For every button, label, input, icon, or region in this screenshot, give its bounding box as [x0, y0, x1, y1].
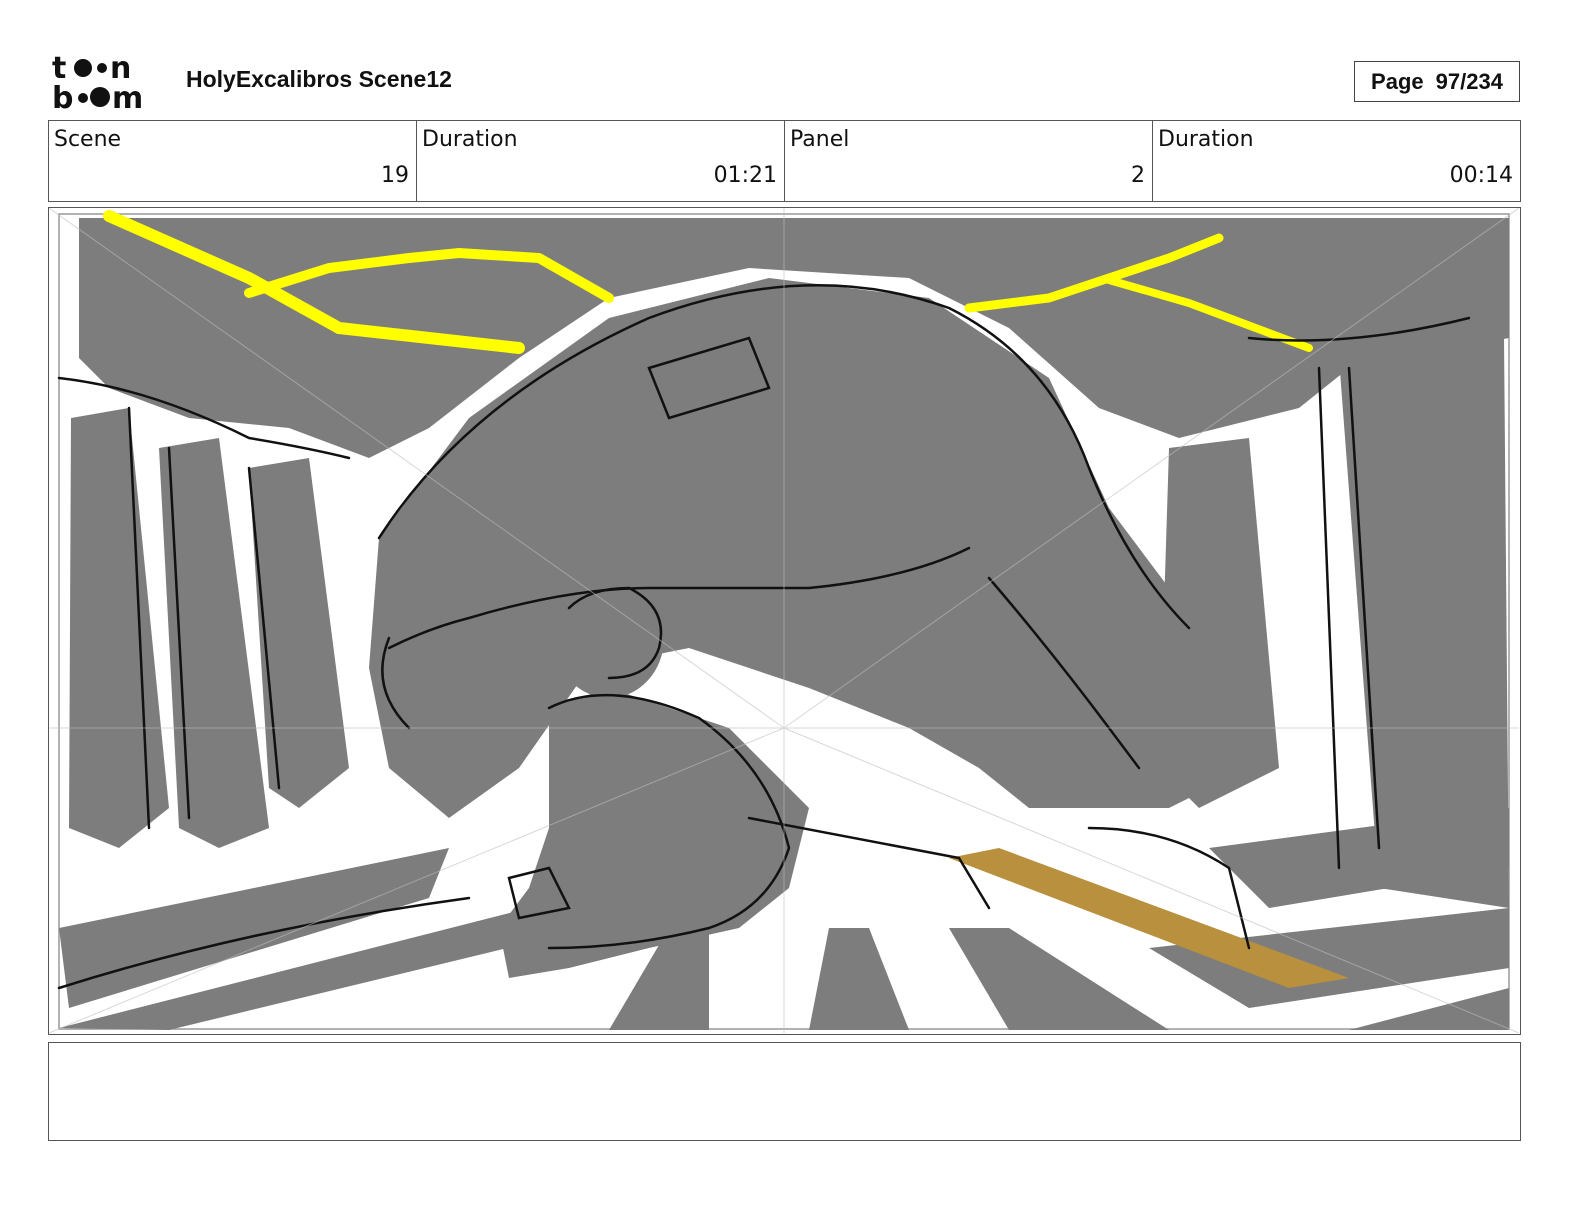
scene-value: 19: [381, 163, 409, 188]
panel-label: Panel: [790, 127, 850, 152]
scene-cell: Scene 19: [49, 121, 417, 201]
scene-duration-value: 01:21: [713, 163, 777, 188]
page-label: Page: [1371, 68, 1424, 94]
page-counter: Page 97/234: [1354, 61, 1520, 102]
svg-text:b: b: [52, 81, 73, 112]
panel-duration-value: 00:14: [1449, 163, 1513, 188]
scene-label: Scene: [54, 127, 122, 152]
panel-duration-cell: Duration 00:14: [1153, 121, 1520, 201]
panel-value: 2: [1131, 163, 1145, 188]
storyboard-sketch: [49, 208, 1519, 1033]
panel-info-table: Scene 19 Duration 01:21 Panel 2 Duration…: [48, 120, 1521, 202]
svg-text:m: m: [112, 81, 143, 112]
panel-duration-label: Duration: [1158, 127, 1254, 152]
scene-duration-cell: Duration 01:21: [417, 121, 785, 201]
storyboard-panel: [48, 207, 1521, 1035]
panel-notes-box: [48, 1042, 1521, 1141]
page-value: 97/234: [1435, 68, 1503, 94]
panel-cell: Panel 2: [785, 121, 1153, 201]
toon-boom-logo: t n b m: [50, 50, 162, 116]
document-title: HolyExcalibros Scene12: [186, 66, 452, 92]
scene-duration-label: Duration: [422, 127, 518, 152]
